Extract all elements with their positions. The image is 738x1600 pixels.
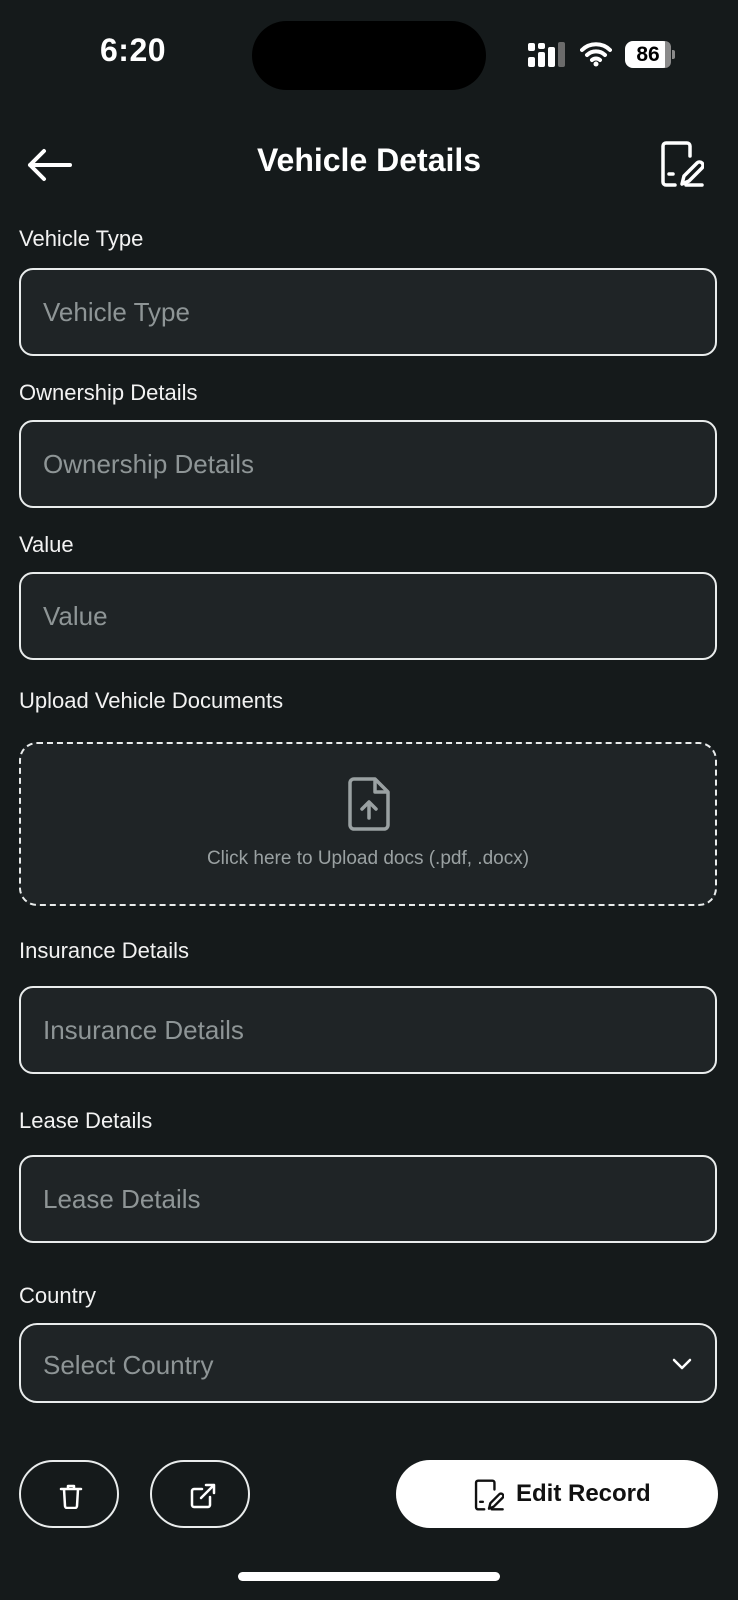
file-upload-icon	[348, 777, 390, 831]
edit-record-label: Edit Record	[516, 1480, 651, 1507]
status-time: 6:20	[100, 32, 167, 68]
wifi-icon	[580, 42, 612, 67]
ownership-details-field-wrapper	[19, 420, 717, 508]
delete-button[interactable]	[19, 1460, 119, 1528]
upload-hint: Click here to Upload docs (.pdf, .docx)	[206, 848, 530, 869]
value-label: Value	[19, 532, 74, 557]
upload-dropzone[interactable]: Click here to Upload docs (.pdf, .docx)	[19, 742, 717, 906]
value-field-wrapper	[19, 572, 717, 660]
country-label: Country	[19, 1283, 97, 1308]
dynamic-island	[252, 21, 486, 90]
lease-details-input[interactable]	[21, 1157, 715, 1241]
insurance-details-label: Insurance Details	[19, 938, 189, 963]
trash-icon	[59, 1484, 83, 1509]
vehicle-type-label: Vehicle Type	[19, 226, 144, 251]
lease-details-label: Lease Details	[19, 1108, 153, 1133]
vehicle-type-input[interactable]	[21, 270, 715, 354]
battery-indicator: 86	[625, 41, 675, 68]
edit-document-icon[interactable]	[660, 140, 704, 188]
ownership-details-input[interactable]	[21, 422, 715, 506]
share-button[interactable]	[150, 1460, 250, 1528]
edit-document-icon	[474, 1479, 504, 1511]
chevron-down-icon	[672, 1358, 692, 1370]
upload-documents-label: Upload Vehicle Documents	[19, 688, 284, 713]
country-select-value: Select Country	[43, 1350, 214, 1380]
edit-record-button[interactable]: Edit Record	[396, 1460, 718, 1528]
value-input[interactable]	[21, 574, 715, 658]
external-link-icon	[190, 1483, 216, 1509]
vehicle-type-field-wrapper	[19, 268, 717, 356]
cellular-signal-icon	[528, 42, 565, 67]
country-select[interactable]: Select Country	[19, 1323, 717, 1403]
ownership-details-label: Ownership Details	[19, 380, 198, 405]
home-indicator[interactable]	[238, 1572, 500, 1581]
battery-level: 86	[625, 41, 671, 68]
page-title: Vehicle Details	[256, 142, 482, 178]
insurance-details-input[interactable]	[21, 988, 715, 1072]
lease-details-field-wrapper	[19, 1155, 717, 1243]
insurance-details-field-wrapper	[19, 986, 717, 1074]
